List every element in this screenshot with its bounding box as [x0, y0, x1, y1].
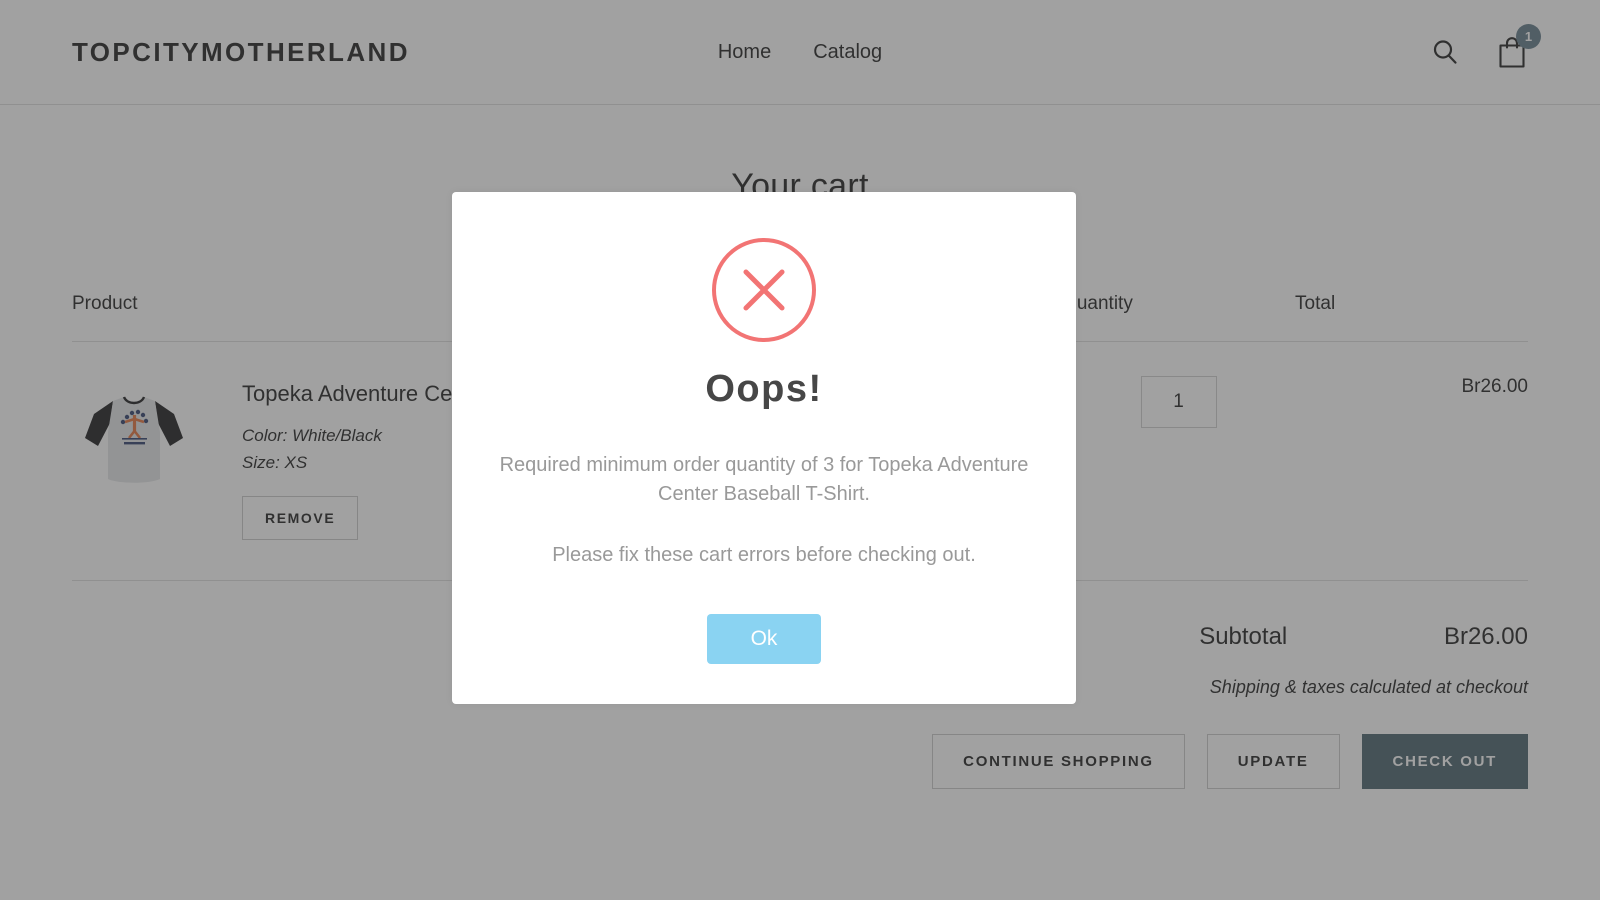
error-modal: Oops! Required minimum order quantity of… — [452, 192, 1076, 704]
modal-message-primary: Required minimum order quantity of 3 for… — [499, 454, 1029, 505]
modal-ok-button[interactable]: Ok — [706, 614, 822, 664]
error-x-circle-icon — [712, 238, 816, 342]
modal-title: Oops! — [705, 368, 823, 410]
modal-message-secondary: Please fix these cart errors before chec… — [552, 544, 976, 566]
